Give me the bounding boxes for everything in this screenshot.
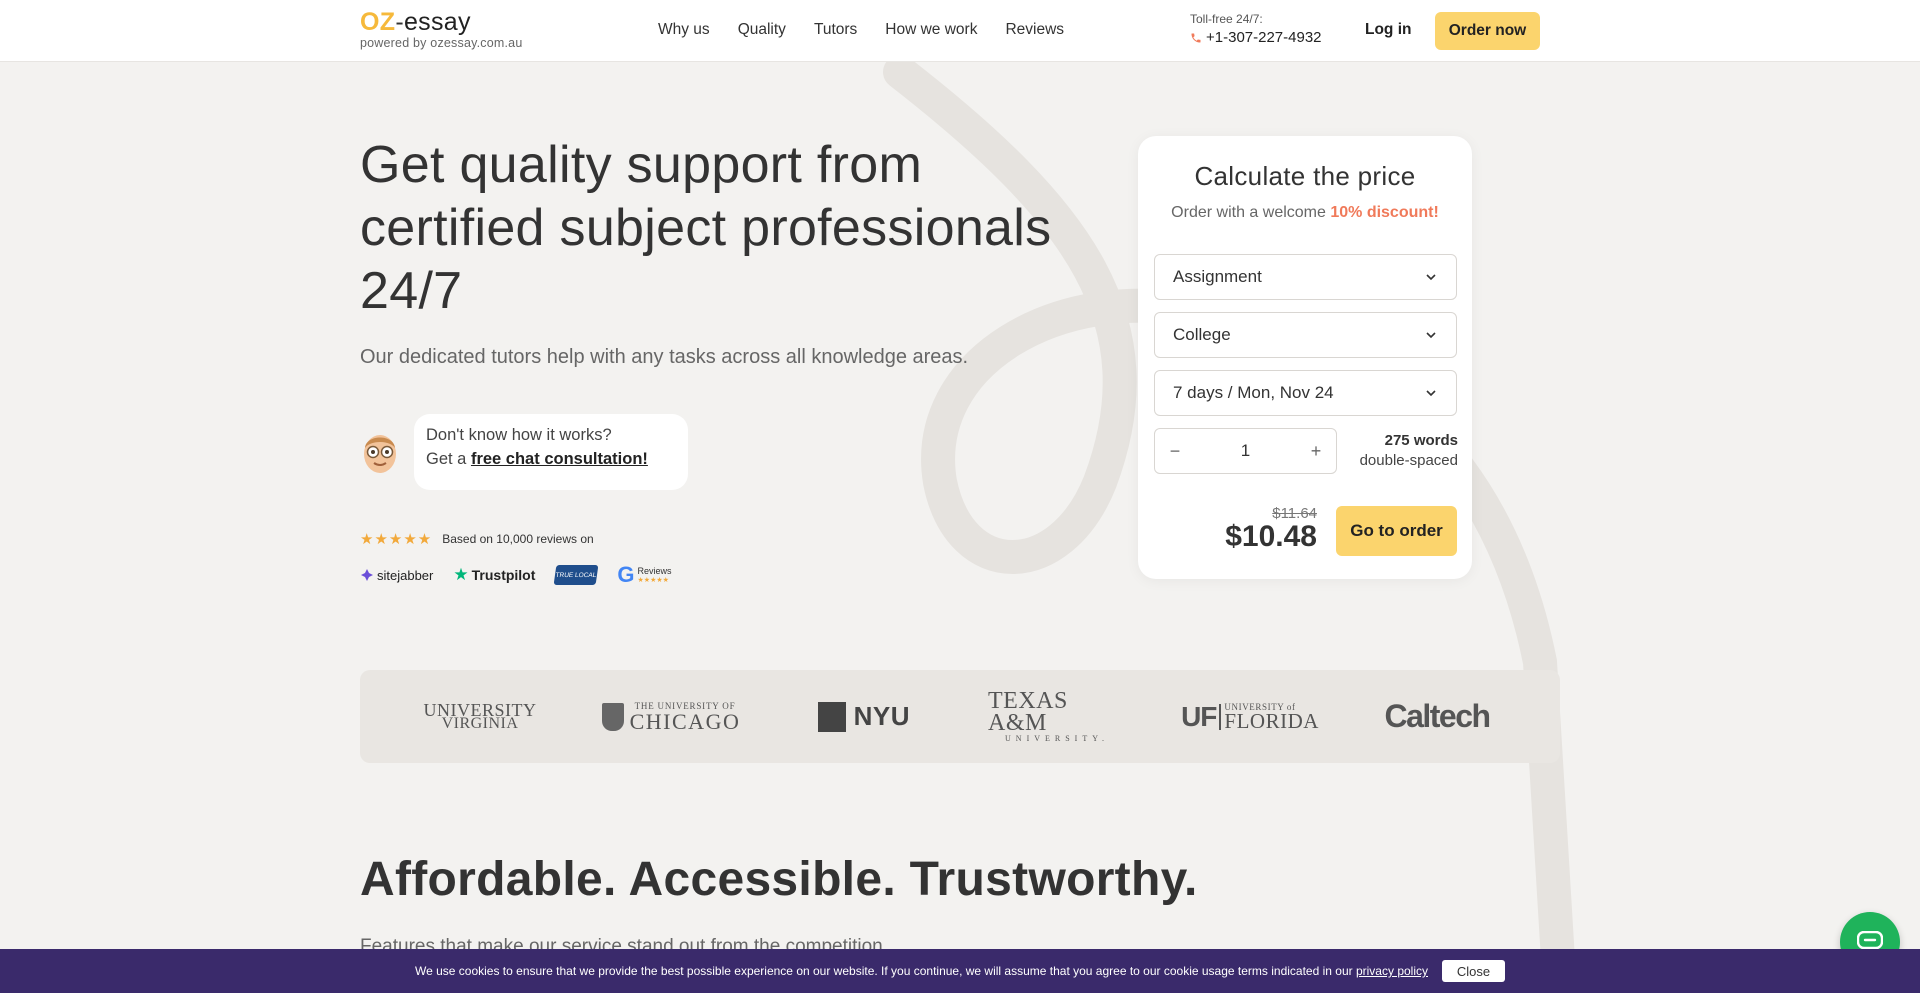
sitejabber-badge[interactable]: sitejabber [360,568,433,583]
uf-divider [1219,703,1222,730]
florida-line2: FLORIDA [1224,709,1319,733]
pages-value[interactable]: 1 [1241,441,1250,461]
phone-number: +1-307-227-4932 [1206,29,1322,46]
logo-subtitle: powered by ozessay.com.au [360,36,523,50]
hero-subtitle: Our dedicated tutors help with any tasks… [360,346,969,368]
logo-essay: essay [403,8,471,36]
google-reviews-badge[interactable]: G Reviews ★★★★★ [617,562,671,588]
deadline-select[interactable]: 7 days / Mon, Nov 24 [1154,370,1457,416]
universities-strip: UNIVERSITY VIRGINIA THE UNIVERSITY OF CH… [360,670,1560,763]
trustpilot-star-icon: ★ [453,565,469,584]
star-icon: ★★★★★ [360,531,433,548]
increase-pages-button[interactable]: + [1308,441,1324,462]
tollfree-label: Toll-free 24/7: [1190,12,1263,26]
caltech-logo: Caltech [1384,698,1491,734]
academic-level-value: College [1173,325,1231,344]
phone-link[interactable]: +1-307-227-4932 [1190,29,1322,46]
calculator-title: Calculate the price [1194,161,1416,191]
go-to-order-button[interactable]: Go to order [1336,506,1457,556]
nav-quality[interactable]: Quality [738,21,786,39]
decrease-pages-button[interactable]: − [1167,441,1183,462]
consult-question: Don't know how it works? [426,426,612,444]
calculator-subtitle: Order with a welcome 10% discount! [1138,204,1472,222]
cookie-text: We use cookies to ensure that we provide… [415,964,1428,978]
chevron-down-icon [1426,332,1436,339]
sitejabber-icon [361,569,373,581]
nav-why-us[interactable]: Why us [658,21,710,39]
consultation-block: Don't know how it works? Get a free chat… [360,414,688,490]
new-price: $10.48 [1225,520,1317,553]
nyu-torch-icon [818,701,846,732]
consult-prefix: Get a [426,450,471,468]
university-virginia-logo: UNIVERSITY VIRGINIA [424,670,537,763]
nyu-label: NYU [853,701,910,731]
word-count: 275 words [1384,432,1458,449]
logo-oz: OZ [360,8,396,36]
university-florida-logo: UF UNIVERSITY of FLORIDA [1180,670,1320,763]
deadline-value: 7 days / Mon, Nov 24 [1173,383,1334,402]
site-logo[interactable]: OZ-essay powered by ozessay.com.au [360,8,523,50]
university-chicago-logo: THE UNIVERSITY OF CHICAGO [600,670,742,763]
phone-icon [1191,33,1201,42]
cookie-banner: We use cookies to ensure that we provide… [0,949,1920,993]
paper-type-select[interactable]: Assignment [1154,254,1457,300]
consultation-bubble: Don't know how it works? Get a free chat… [414,414,688,490]
virginia-line2: VIRGINIA [441,714,519,732]
nav-reviews[interactable]: Reviews [1005,21,1064,39]
google-reviews-label: Reviews [637,565,672,576]
trustpilot-label: Trustpilot [471,567,536,583]
site-header: OZ-essay powered by ozessay.com.au Why u… [0,0,1920,62]
chicago-shield-icon [601,702,624,731]
trustpilot-badge[interactable]: ★ Trustpilot [453,565,535,585]
truelocal-badge[interactable]: TRUE LOCAL [554,565,599,585]
nyu-logo: NYU [818,670,910,763]
reviews-block: ★★★★★ Based on 10,000 reviews on sitejab… [360,530,672,588]
order-now-button[interactable]: Order now [1435,12,1540,50]
avatar [364,435,396,473]
texas-line1: TEXAS A&M [988,688,1068,736]
google-stars-icon: ★★★★★ [637,576,669,584]
academic-level-select[interactable]: College [1154,312,1457,358]
privacy-policy-link[interactable]: privacy policy [1356,964,1428,978]
tollfree-block: Toll-free 24/7: +1-307-227-4932 [1190,12,1322,46]
texas-am-logo: TEXAS A&M UNIVERSITY. [988,670,1126,763]
chevron-down-icon [1426,390,1436,397]
chicago-line2: CHICAGO [629,708,741,734]
paper-type-value: Assignment [1173,267,1262,286]
main-nav: Why us Quality Tutors How we work Review… [658,21,1064,39]
uf-mark: UF [1181,700,1217,732]
chevron-down-icon [1426,274,1436,281]
review-badges: sitejabber ★ Trustpilot TRUE LOCAL G Rev… [360,562,672,588]
hero-title: Get quality support from certified subje… [360,136,1052,320]
free-consultation-link[interactable]: free chat consultation! [471,450,648,468]
discount-label: 10% discount! [1330,204,1439,221]
nav-tutors[interactable]: Tutors [814,21,857,39]
cookie-message: We use cookies to ensure that we provide… [414,964,1356,978]
texas-line2: UNIVERSITY. [1005,734,1109,743]
reviews-based-on: Based on 10,000 reviews on [442,532,594,546]
pages-stepper: − 1 + [1154,428,1337,474]
calculator-sub-prefix: Order with a welcome [1171,204,1331,221]
google-icon: G [617,562,635,587]
nav-how-we-work[interactable]: How we work [885,21,977,39]
cookie-close-button[interactable]: Close [1442,960,1505,982]
sitejabber-label: sitejabber [377,567,434,583]
section-title: Affordable. Accessible. Trustworthy. [360,853,1198,906]
spacing-label: double-spaced [1359,452,1458,469]
login-link[interactable]: Log in [1365,21,1412,39]
logo-dash: - [395,8,404,36]
word-count-info: 275 words double-spaced [1360,432,1458,469]
